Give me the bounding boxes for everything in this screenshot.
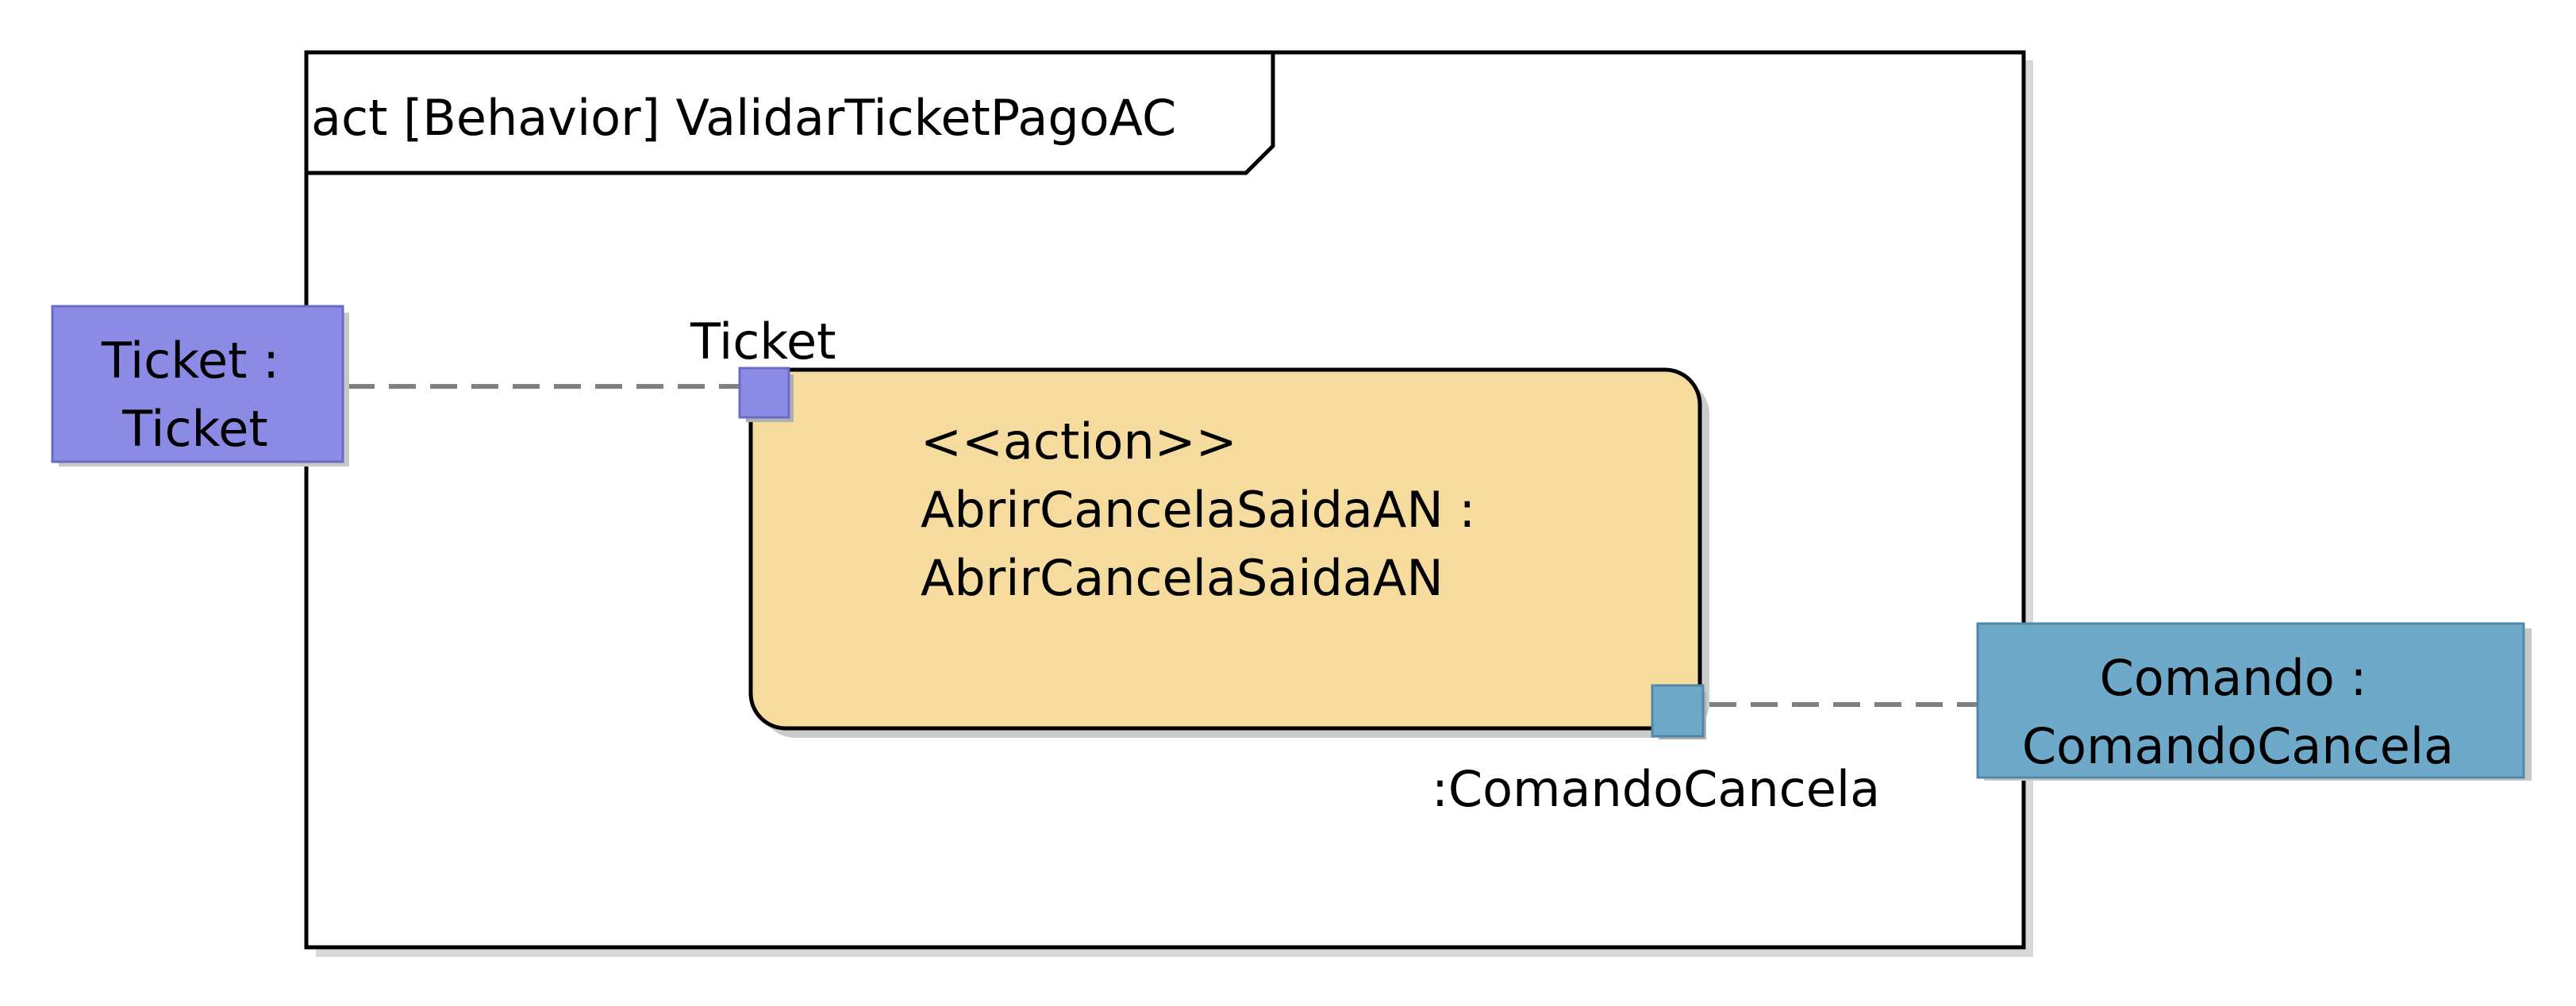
action-name-line2: AbrirCancelaSaidaAN — [921, 549, 1444, 607]
output-parameter-line2: ComandoCancela — [2022, 717, 2454, 775]
input-parameter-line1: Ticket : — [101, 332, 279, 390]
input-pin-box — [738, 367, 790, 419]
action-node[interactable]: <<action>> AbrirCancelaSaidaAN : AbrirCa… — [748, 367, 1709, 738]
output-pin-label: :ComandoCancela — [1432, 760, 1880, 818]
output-parameter-node[interactable]: Comando : ComandoCancela — [1976, 622, 2532, 781]
input-pin-label: Ticket — [690, 313, 836, 371]
frame-title: act [Behavior] ValidarTicketPagoAC — [311, 89, 1176, 147]
action-name-line1: AbrirCancelaSaidaAN : — [921, 481, 1475, 539]
output-parameter-line1: Comando : — [2100, 649, 2367, 707]
output-pin-box — [1651, 684, 1705, 738]
input-parameter-node[interactable]: Ticket : Ticket — [51, 305, 349, 467]
action-stereotype: <<action>> — [921, 413, 1237, 470]
activity-diagram: act [Behavior] ValidarTicketPagoAC <<act… — [51, 50, 2532, 957]
input-parameter-line2: Ticket — [121, 400, 267, 458]
